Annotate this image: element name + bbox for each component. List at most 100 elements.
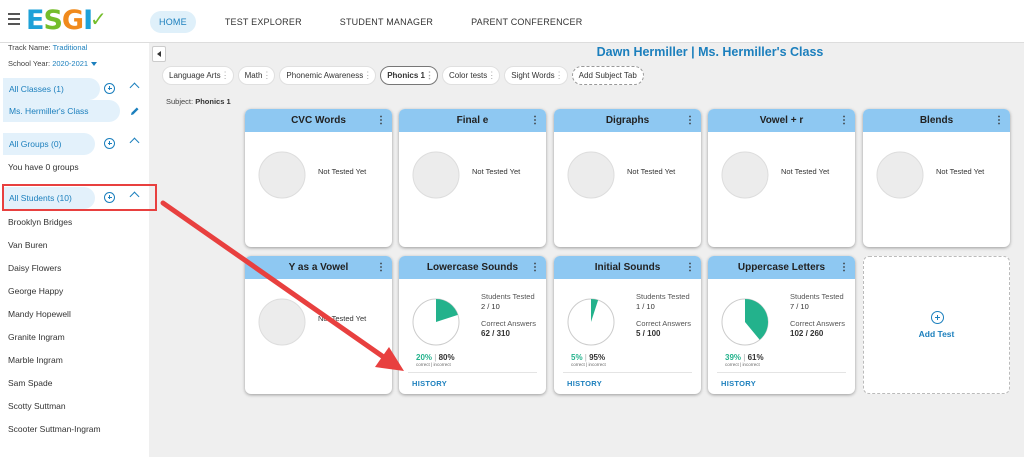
not-tested-label: Not Tested Yet: [627, 167, 676, 176]
history-link[interactable]: HISTORY: [721, 379, 756, 388]
incorrect-percent: 95%: [589, 353, 606, 362]
all-groups-button[interactable]: All Groups (0): [3, 133, 95, 155]
caret-down-icon[interactable]: [91, 62, 98, 67]
correct-answers-label: Correct Answers: [636, 319, 692, 328]
more-options-icon[interactable]: ⋮: [376, 256, 386, 279]
correct-percent: 39%: [725, 353, 742, 362]
school-year[interactable]: School Year: 2020-2021: [8, 59, 98, 68]
nav-tab-parent-conferencer[interactable]: PARENT CONFERENCER: [462, 11, 591, 33]
nav-tab-test-explorer[interactable]: TEST EXPLORER: [216, 11, 311, 33]
incorrect-caption: incorrect: [433, 362, 451, 367]
page-title: Dawn Hermiller | Ms. Hermiller's Class: [596, 45, 824, 59]
subject-tab[interactable]: Color tests: [442, 66, 501, 85]
more-options-icon[interactable]: ⋮: [685, 256, 695, 279]
track-value[interactable]: Traditional: [53, 43, 88, 52]
more-options-icon[interactable]: ⋮: [685, 109, 695, 132]
percent-captions: correct | incorrect: [725, 362, 760, 367]
history-link[interactable]: HISTORY: [412, 379, 447, 388]
more-options-icon[interactable]: ⋮: [530, 109, 540, 132]
test-card-header: Vowel + r ⋮: [708, 109, 855, 132]
not-tested-label: Not Tested Yet: [318, 167, 367, 176]
results-pie-chart: [567, 298, 615, 346]
menu-icon[interactable]: [8, 13, 20, 25]
more-options-icon[interactable]: ⋮: [376, 109, 386, 132]
subject-prefix: Subject:: [166, 97, 194, 106]
not-tested-label: Not Tested Yet: [318, 314, 367, 323]
correct-answers-value: 62 / 310: [481, 329, 510, 338]
test-card[interactable]: Initial Sounds ⋮ Students Tested 1 / 10 Corr…: [554, 256, 701, 394]
test-stats: Students Tested 7 / 10 Correct Answers 102 …: [790, 292, 845, 339]
student-item[interactable]: Daisy Flowers: [8, 263, 61, 273]
add-group-icon[interactable]: [104, 138, 115, 149]
not-tested-label: Not Tested Yet: [472, 167, 521, 176]
percent-captions: correct | incorrect: [571, 362, 606, 367]
test-card[interactable]: Blends ⋮ Not Tested Yet: [863, 109, 1010, 247]
test-card-header: Lowercase Sounds ⋮: [399, 256, 546, 279]
all-classes-button[interactable]: All Classes (1): [3, 78, 100, 100]
edit-pencil-icon[interactable]: [130, 106, 140, 116]
test-stats: Students Tested 1 / 10 Correct Answers 5 / …: [636, 292, 691, 339]
test-card-header: Blends ⋮: [863, 109, 1010, 132]
add-test-icon[interactable]: [931, 311, 944, 324]
test-name: Blends: [919, 115, 954, 126]
subject-tab[interactable]: Language Arts: [162, 66, 234, 85]
student-item[interactable]: Scotty Suttman: [8, 401, 66, 411]
test-card[interactable]: Y as a Vowel ⋮ Not Tested Yet: [245, 256, 392, 394]
test-card[interactable]: CVC Words ⋮ Not Tested Yet: [245, 109, 392, 247]
year-value[interactable]: 2020-2021: [52, 59, 88, 68]
add-subject-tab-button[interactable]: Add Subject Tab: [571, 66, 644, 85]
nav-tab-home[interactable]: HOME: [150, 11, 196, 33]
all-classes-group: All Classes (1): [0, 78, 149, 100]
students-tested-label: Students Tested: [481, 292, 535, 301]
test-name: Lowercase Sounds: [426, 262, 519, 273]
student-item[interactable]: Brooklyn Bridges: [8, 217, 72, 227]
correct-caption: correct: [725, 362, 739, 367]
esgi-logo[interactable]: ESGI ✓: [26, 4, 107, 38]
test-card[interactable]: Digraphs ⋮ Not Tested Yet: [554, 109, 701, 247]
student-item[interactable]: Mandy Hopewell: [8, 309, 71, 319]
student-item[interactable]: Scooter Suttman-Ingram: [8, 424, 101, 434]
student-item[interactable]: Granite Ingram: [8, 332, 65, 342]
test-name: Digraphs: [605, 115, 650, 126]
student-item[interactable]: George Happy: [8, 286, 63, 296]
test-card[interactable]: Final e ⋮ Not Tested Yet: [399, 109, 546, 247]
test-card[interactable]: Vowel + r ⋮ Not Tested Yet: [708, 109, 855, 247]
student-item[interactable]: Sam Spade: [8, 378, 52, 388]
class-item[interactable]: Ms. Hermiller's Class: [3, 100, 120, 122]
subject-tab[interactable]: Phonics 1: [380, 66, 438, 85]
add-class-icon[interactable]: [104, 83, 115, 94]
subject-tab[interactable]: Sight Words: [504, 66, 568, 85]
students-tested-value: 1 / 10: [636, 302, 655, 311]
history-link[interactable]: HISTORY: [567, 379, 602, 388]
correct-percent: 20%: [416, 353, 433, 362]
students-tested-value: 2 / 10: [481, 302, 500, 311]
more-options-icon[interactable]: ⋮: [839, 256, 849, 279]
percent-summary: 5% | 95%: [571, 353, 606, 362]
more-options-icon[interactable]: ⋮: [994, 109, 1004, 132]
add-test-card[interactable]: Add Test: [863, 256, 1010, 394]
test-card[interactable]: Lowercase Sounds ⋮ Students Tested 2 / 10 Co…: [399, 256, 546, 394]
more-options-icon[interactable]: ⋮: [839, 109, 849, 132]
test-card-header: Uppercase Letters ⋮: [708, 256, 855, 279]
test-card-header: Initial Sounds ⋮: [554, 256, 701, 279]
student-item[interactable]: Van Buren: [8, 240, 48, 250]
test-name: Y as a Vowel: [288, 262, 349, 273]
nav-tab-student-manager[interactable]: STUDENT MANAGER: [331, 11, 442, 33]
not-tested-label: Not Tested Yet: [781, 167, 830, 176]
collapse-groups-icon[interactable]: [129, 137, 140, 148]
percent-summary: 20% | 80%: [416, 353, 455, 362]
subject-tab[interactable]: Math: [237, 66, 276, 85]
collapse-classes-icon[interactable]: [129, 82, 140, 93]
results-pie-chart: [721, 298, 769, 346]
test-card[interactable]: Uppercase Letters ⋮ Students Tested 7 / 10 C…: [708, 256, 855, 394]
collapse-sidebar-button[interactable]: [152, 46, 166, 62]
subject-tab[interactable]: Phonemic Awareness: [279, 66, 377, 85]
students-tested-label: Students Tested: [790, 292, 844, 301]
subject-label: Subject: Phonics 1: [166, 97, 231, 106]
correct-answers-value: 102 / 260: [790, 329, 824, 338]
correct-answers-label: Correct Answers: [481, 319, 537, 328]
test-card-header: Y as a Vowel ⋮: [245, 256, 392, 279]
student-item[interactable]: Marble Ingram: [8, 355, 63, 365]
more-options-icon[interactable]: ⋮: [530, 256, 540, 279]
percent-summary: 39% | 61%: [725, 353, 764, 362]
